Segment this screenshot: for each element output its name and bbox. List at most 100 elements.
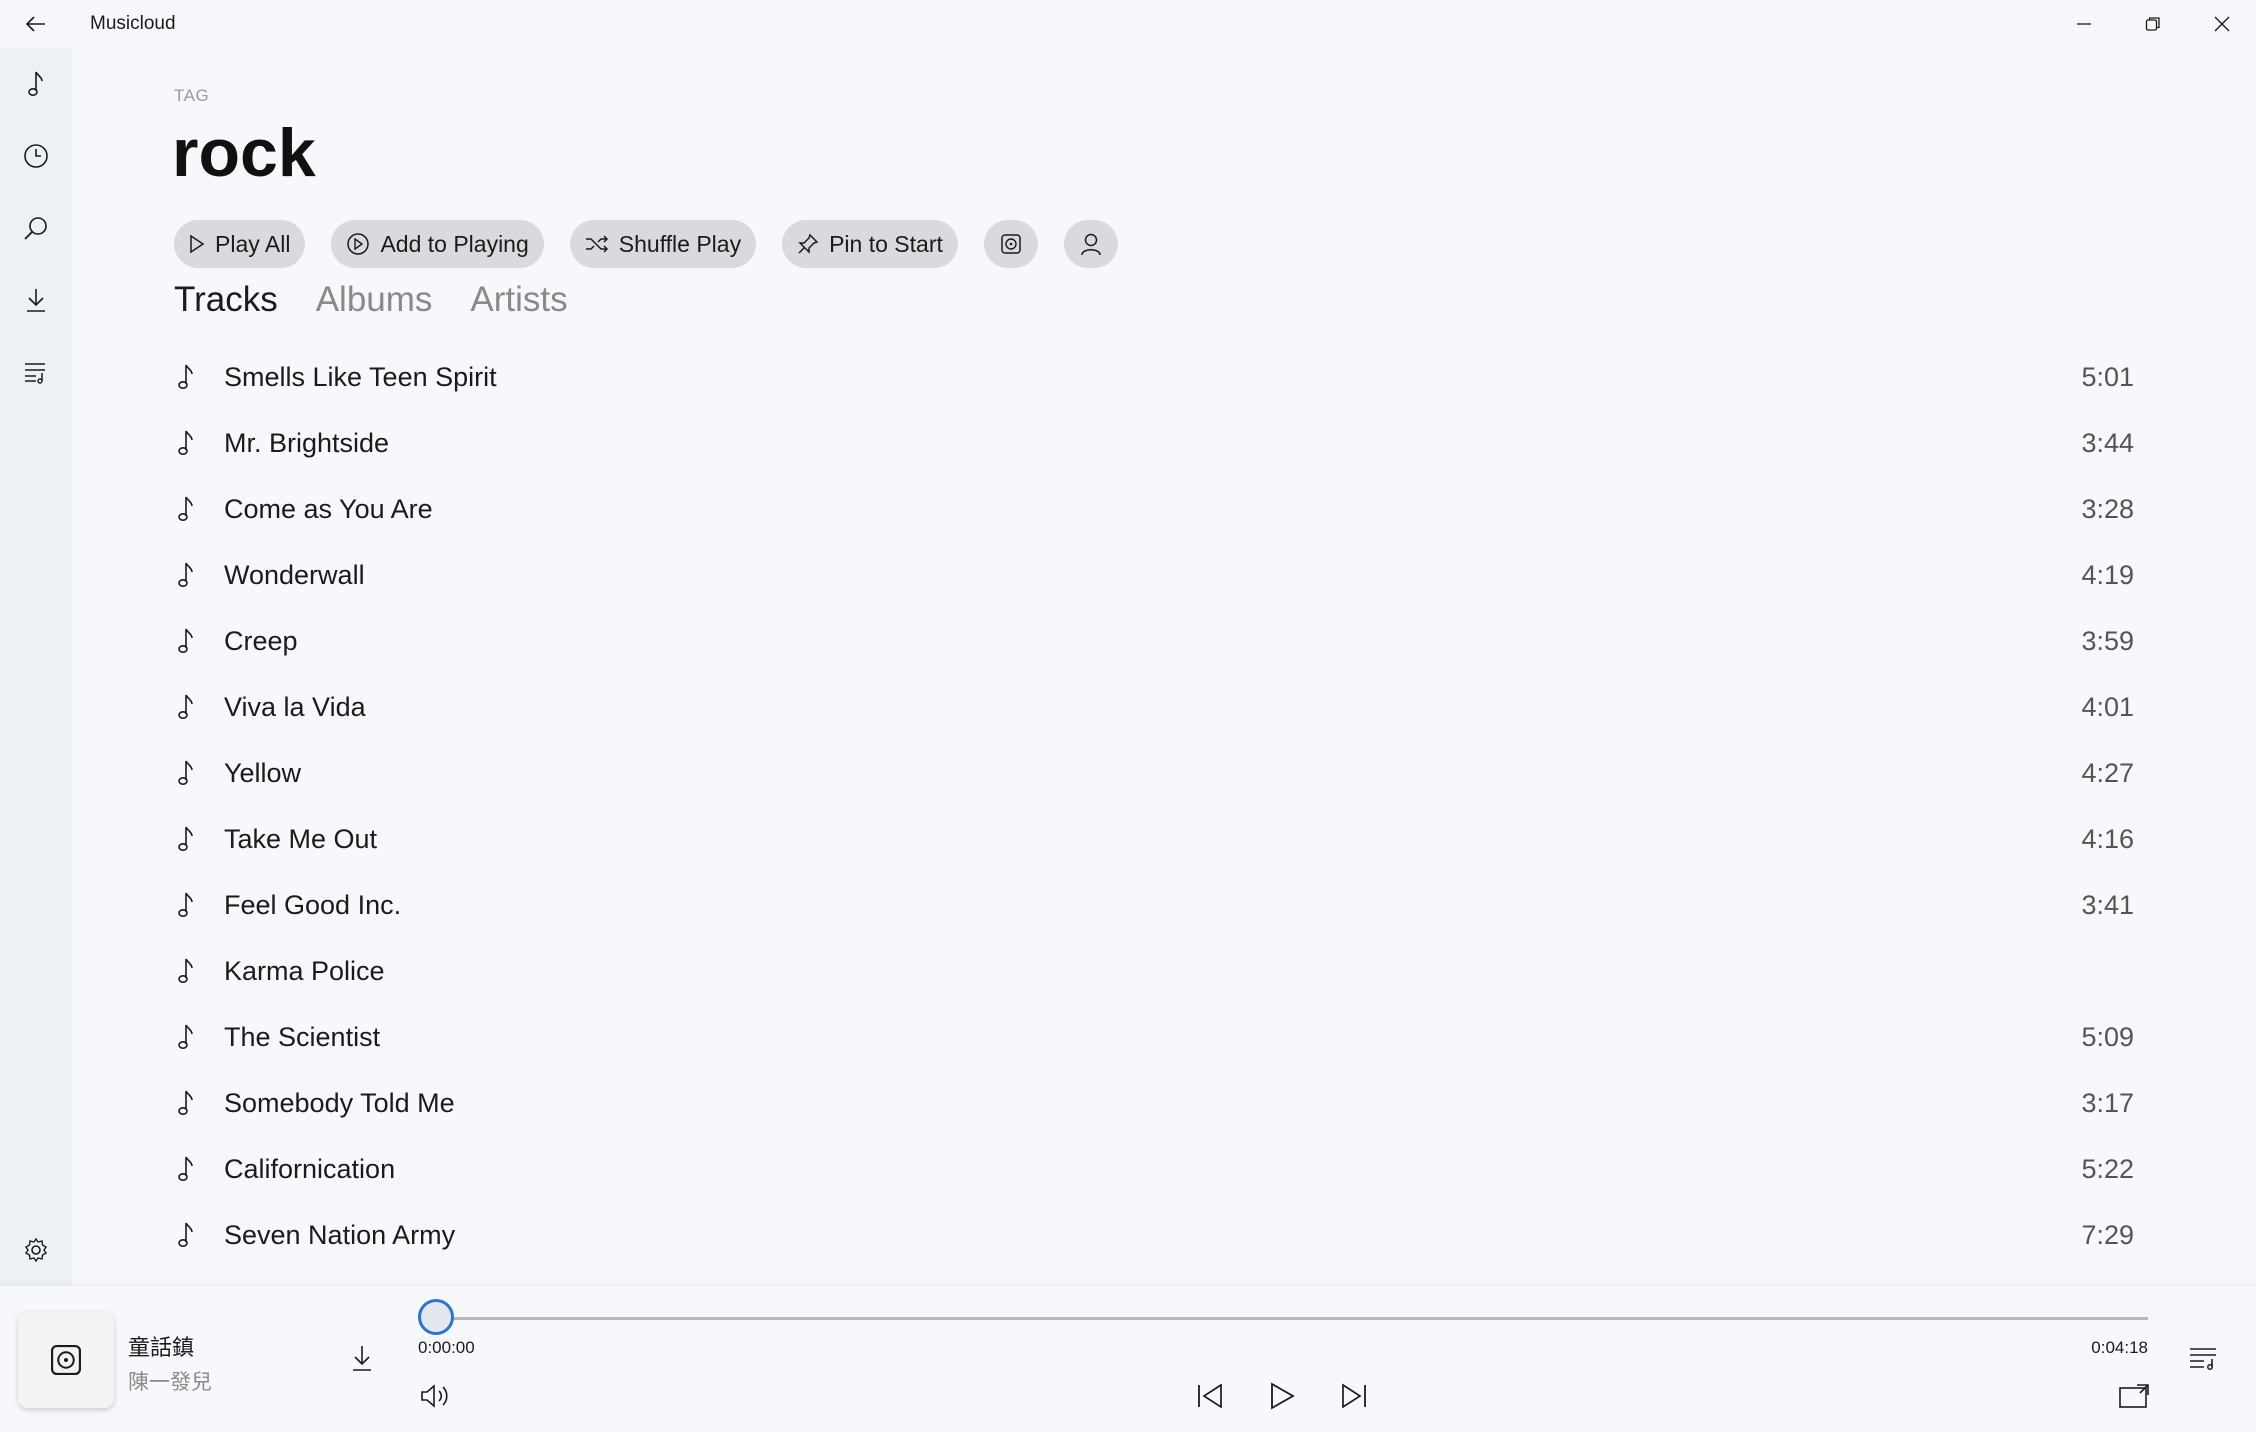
track-row[interactable]: Somebody Told Me 3:17 (174, 1070, 2134, 1136)
pin-icon (798, 233, 819, 254)
sidebar (0, 48, 72, 1286)
gear-icon (25, 1237, 47, 1263)
track-row[interactable]: Come as You Are 3:28 (174, 476, 2134, 542)
previous-button[interactable] (1192, 1376, 1228, 1416)
music-note-icon (178, 562, 193, 587)
now-playing-cover[interactable] (18, 1312, 114, 1408)
minimize-button[interactable] (2049, 0, 2118, 48)
track-name: Take Me Out (224, 823, 378, 854)
sidebar-item-downloads[interactable] (0, 264, 72, 336)
track-duration: 5:09 (2081, 1021, 2134, 1052)
sidebar-item-search[interactable] (0, 192, 72, 264)
track-row[interactable]: Karma Police (174, 938, 2134, 1004)
compact-mode-button[interactable] (2116, 1378, 2152, 1414)
play-button[interactable] (1264, 1376, 1300, 1416)
progress-thumb[interactable] (418, 1299, 454, 1335)
sidebar-item-recent[interactable] (0, 120, 72, 192)
track-name: Feel Good Inc. (224, 889, 402, 920)
next-icon (1342, 1383, 1366, 1409)
settings-button[interactable] (0, 1214, 72, 1286)
play-icon (1271, 1382, 1295, 1410)
track-duration: 3:41 (2081, 889, 2134, 920)
volume-button[interactable] (418, 1378, 454, 1414)
track-duration: 5:22 (2081, 1153, 2134, 1184)
play-all-label: Play All (215, 230, 291, 257)
track-row[interactable]: Take Me Out 4:16 (174, 806, 2134, 872)
track-row[interactable]: Wonderwall 4:19 (174, 542, 2134, 608)
track-row[interactable]: Mr. Brightside 3:44 (174, 410, 2134, 476)
album-art-button[interactable] (983, 220, 1038, 268)
track-name: Yellow (224, 757, 302, 788)
clock-icon (24, 144, 48, 168)
tab-bar: Tracks Albums Artists (174, 280, 568, 320)
music-note-icon (178, 496, 193, 521)
track-name: Viva la Vida (224, 691, 366, 722)
play-all-button[interactable]: Play All (174, 220, 306, 268)
track-name: Karma Police (224, 955, 385, 986)
download-button[interactable] (344, 1338, 380, 1378)
sidebar-item-playlists[interactable] (0, 336, 72, 408)
compact-overlay-icon (2119, 1384, 2149, 1408)
sidebar-item-music[interactable] (0, 48, 72, 120)
music-note-icon (178, 760, 193, 785)
tab-artists[interactable]: Artists (470, 280, 567, 320)
volume-icon (421, 1384, 448, 1408)
track-list: Smells Like Teen Spirit 5:01 Mr. Brights… (174, 344, 2134, 1268)
track-row[interactable]: Yellow 4:27 (174, 740, 2134, 806)
pin-to-start-label: Pin to Start (829, 230, 943, 257)
tab-tracks[interactable]: Tracks (174, 280, 278, 320)
queue-button[interactable] (2186, 1342, 2222, 1374)
track-name: The Scientist (224, 1021, 381, 1052)
shuffle-play-button[interactable]: Shuffle Play (569, 220, 757, 268)
progress-bar[interactable] (436, 1317, 2148, 1320)
tab-albums[interactable]: Albums (316, 280, 433, 320)
track-duration: 7:29 (2081, 1219, 2134, 1250)
play-icon (190, 234, 205, 254)
track-row[interactable]: Viva la Vida 4:01 (174, 674, 2134, 740)
music-note-icon (178, 958, 193, 983)
track-name: Seven Nation Army (224, 1219, 456, 1250)
track-duration: 3:44 (2081, 427, 2134, 458)
disc-icon (1001, 234, 1021, 254)
music-note-icon (178, 1090, 193, 1115)
title-bar: Musicloud (0, 0, 2256, 48)
track-row[interactable]: Seven Nation Army 7:29 (174, 1202, 2134, 1268)
total-time: 0:04:18 (2091, 1338, 2148, 1357)
track-name: Somebody Told Me (224, 1087, 455, 1118)
pin-to-start-button[interactable]: Pin to Start (782, 220, 958, 268)
track-duration: 3:59 (2081, 625, 2134, 656)
person-icon (1081, 233, 1101, 256)
download-icon (27, 289, 45, 312)
artist-button[interactable] (1063, 220, 1118, 268)
music-note-icon (178, 826, 193, 851)
back-button[interactable] (0, 0, 72, 48)
page-title: rock (172, 115, 316, 191)
track-name: Californication (224, 1153, 396, 1184)
track-row[interactable]: The Scientist 5:09 (174, 1004, 2134, 1070)
music-note-icon (178, 628, 193, 653)
restore-button[interactable] (2118, 0, 2187, 48)
next-button[interactable] (1336, 1376, 1372, 1416)
close-button[interactable] (2187, 0, 2256, 48)
music-note-icon (178, 892, 193, 917)
track-row[interactable]: Californication 5:22 (174, 1136, 2134, 1202)
track-duration: 3:28 (2081, 493, 2134, 524)
current-time: 0:00:00 (418, 1338, 475, 1357)
music-note-icon (178, 1222, 193, 1247)
track-name: Come as You Are (224, 493, 433, 524)
app-title: Musicloud (90, 13, 176, 34)
track-name: Smells Like Teen Spirit (224, 361, 497, 392)
track-row[interactable]: Creep 3:59 (174, 608, 2134, 674)
track-row[interactable]: Smells Like Teen Spirit 5:01 (174, 344, 2134, 410)
shuffle-play-label: Shuffle Play (618, 230, 742, 257)
music-note-icon (178, 1024, 193, 1049)
music-note-icon (178, 694, 193, 719)
track-duration: 5:01 (2081, 361, 2134, 392)
track-duration: 4:01 (2081, 691, 2134, 722)
track-row[interactable]: Feel Good Inc. 3:41 (174, 872, 2134, 938)
window-controls (2049, 0, 2256, 48)
playlist-icon (25, 363, 45, 384)
header-label: TAG (174, 86, 210, 105)
action-row: Play All Add to Playing Shuffle Play Pin… (174, 220, 1118, 268)
add-to-playing-button[interactable]: Add to Playing (331, 220, 544, 268)
